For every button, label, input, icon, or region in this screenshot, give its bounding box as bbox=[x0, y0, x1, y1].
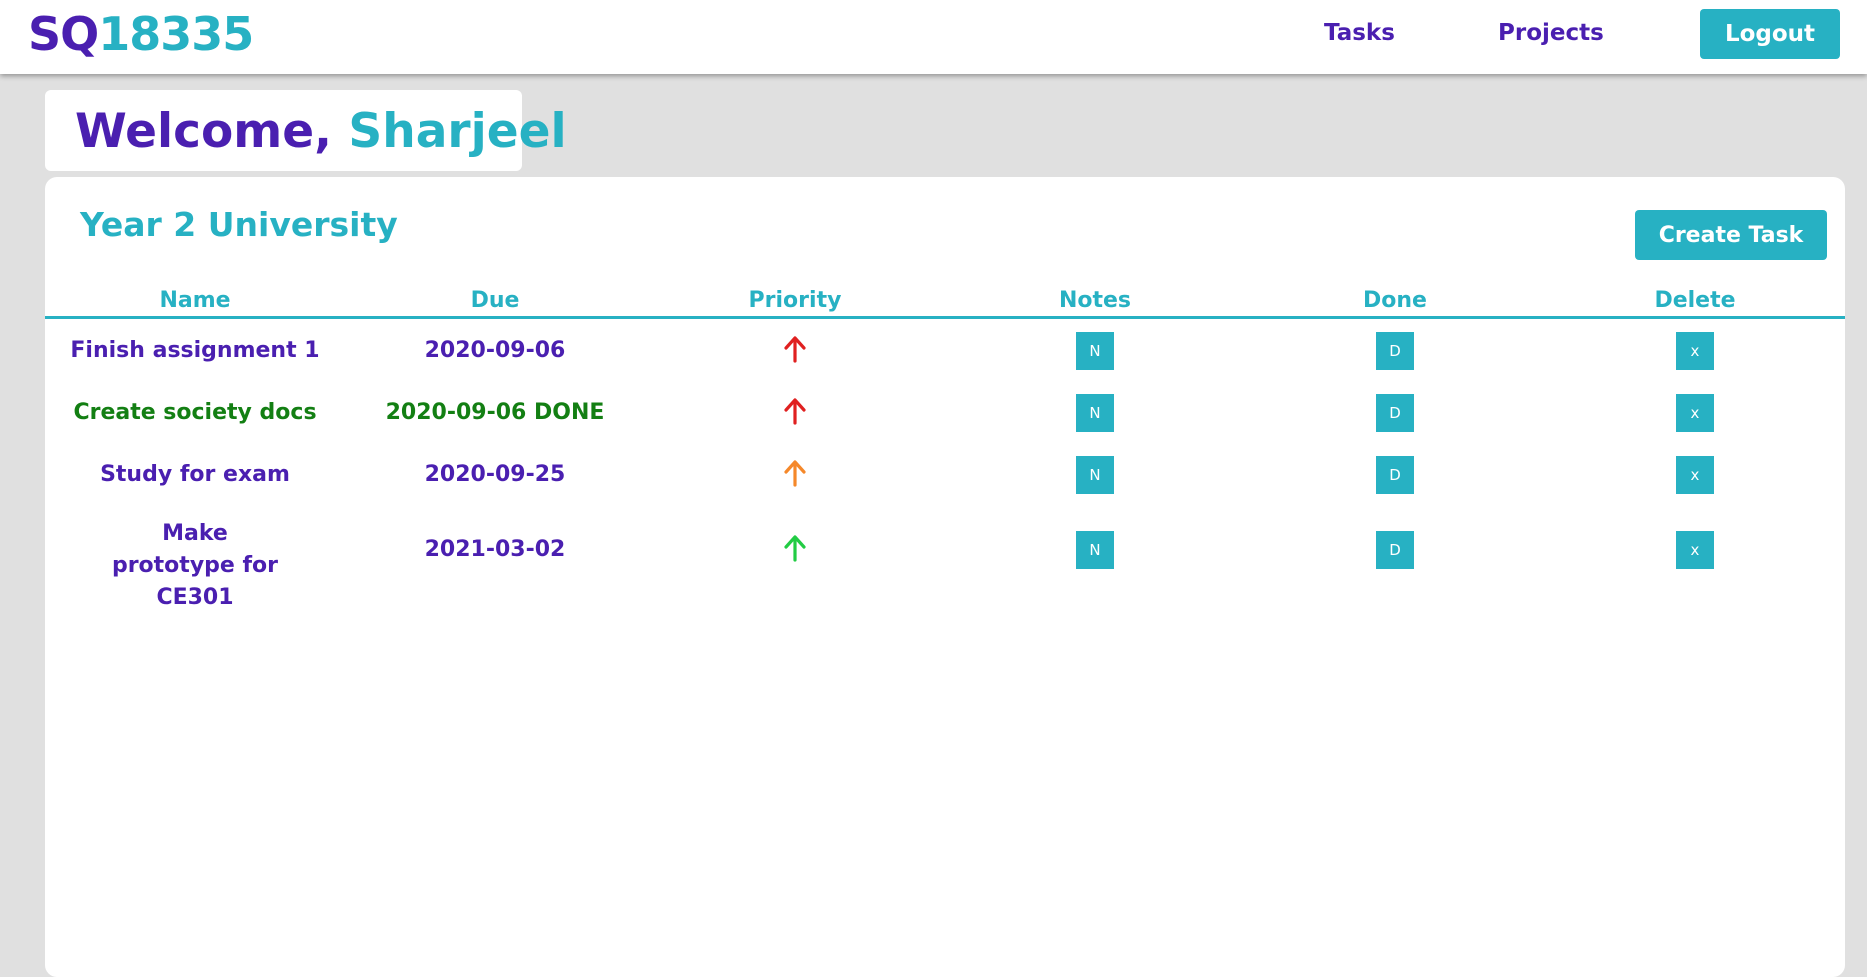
project-title: Year 2 University bbox=[80, 205, 398, 244]
nav-link-projects[interactable]: Projects bbox=[1498, 18, 1604, 48]
notes-button[interactable]: N bbox=[1076, 332, 1114, 370]
column-header-delete: Delete bbox=[1654, 288, 1736, 313]
top-navbar: SQ18335 Tasks Projects Logout bbox=[0, 0, 1867, 74]
done-button[interactable]: D bbox=[1376, 332, 1414, 370]
priority-indicator bbox=[645, 531, 945, 565]
task-name: Make prototype for CE301 bbox=[111, 521, 279, 610]
task-due-date: 2020-09-25 bbox=[424, 462, 566, 487]
welcome-card: Welcome, Sharjeel bbox=[45, 90, 567, 171]
priority-low-arrow-icon bbox=[784, 535, 806, 562]
column-header-priority: Priority bbox=[748, 288, 842, 313]
nav-link-tasks[interactable]: Tasks bbox=[1324, 18, 1395, 48]
column-header-notes: Notes bbox=[1058, 288, 1132, 313]
task-name: Finish assignment 1 bbox=[70, 338, 320, 363]
project-card: Year 2 University Create Task Name Due P… bbox=[45, 177, 1845, 977]
welcome-greeting: Welcome, bbox=[75, 104, 333, 159]
brand-prefix: SQ bbox=[28, 7, 99, 61]
column-header-done: Done bbox=[1363, 288, 1427, 313]
done-button[interactable]: D bbox=[1376, 456, 1414, 494]
create-task-button[interactable]: Create Task bbox=[1635, 210, 1827, 260]
priority-indicator bbox=[645, 332, 945, 366]
delete-button[interactable]: x bbox=[1676, 394, 1714, 432]
task-name: Create society docs bbox=[73, 400, 317, 425]
priority-high-arrow-icon bbox=[784, 336, 806, 363]
column-header-due: Due bbox=[470, 288, 520, 313]
task-due-date: 2021-03-02 bbox=[424, 537, 566, 562]
logout-button[interactable]: Logout bbox=[1700, 9, 1840, 59]
brand-logo[interactable]: SQ18335 bbox=[28, 7, 254, 61]
delete-button[interactable]: x bbox=[1676, 531, 1714, 569]
brand-number: 18335 bbox=[98, 7, 254, 61]
column-header-name: Name bbox=[159, 288, 231, 313]
priority-high-arrow-icon bbox=[784, 398, 806, 425]
notes-button[interactable]: N bbox=[1076, 531, 1114, 569]
done-button[interactable]: D bbox=[1376, 394, 1414, 432]
delete-button[interactable]: x bbox=[1676, 456, 1714, 494]
task-table-header: Name Due Priority Notes Done Delete bbox=[45, 285, 1845, 319]
welcome-heading: Welcome, Sharjeel bbox=[75, 104, 567, 160]
notes-button[interactable]: N bbox=[1076, 394, 1114, 432]
task-due-date: 2020-09-06 bbox=[424, 338, 566, 363]
delete-button[interactable]: x bbox=[1676, 332, 1714, 370]
priority-indicator bbox=[645, 456, 945, 490]
task-due-date: 2020-09-06 DONE bbox=[385, 400, 605, 425]
priority-medium-arrow-icon bbox=[784, 460, 806, 487]
priority-indicator bbox=[645, 394, 945, 428]
welcome-user-name: Sharjeel bbox=[348, 104, 567, 159]
task-name: Study for exam bbox=[100, 462, 290, 487]
done-button[interactable]: D bbox=[1376, 531, 1414, 569]
notes-button[interactable]: N bbox=[1076, 456, 1114, 494]
